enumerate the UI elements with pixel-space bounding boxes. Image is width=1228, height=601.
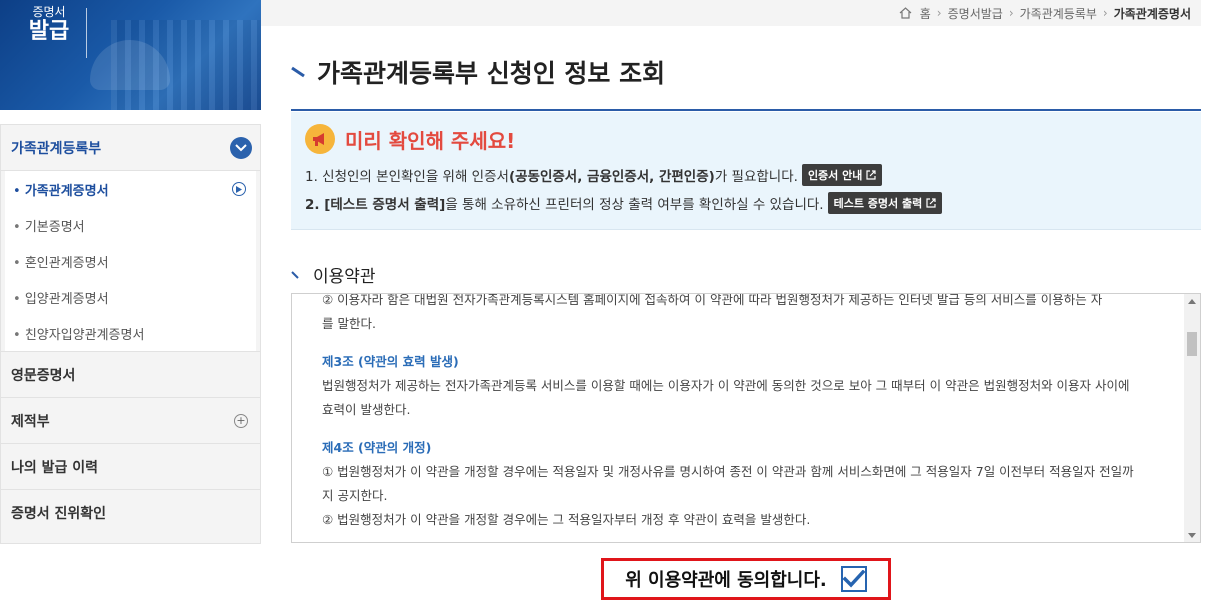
chevron-right-icon: › xyxy=(936,6,942,20)
sidebar-item-removal-register[interactable]: 제적부 + xyxy=(1,397,260,443)
terms-line: 를 말한다. xyxy=(322,316,376,331)
sidebar-item-label: 증명서 진위확인 xyxy=(11,505,107,522)
scroll-up-arrow-icon[interactable] xyxy=(1184,294,1200,308)
notice-line-2: 2. [테스트 증명서 출력] 을 통해 소유하신 프린터의 정상 출력 여부를… xyxy=(305,192,1201,214)
cert-guide-button[interactable]: 인증서 안내 xyxy=(801,164,883,186)
breadcrumb-current: 가족관계증명서 xyxy=(1113,6,1191,21)
title-divider xyxy=(291,109,1201,111)
terms-section-title: 이용약관 xyxy=(291,262,376,287)
sidebar-sub-item-basic[interactable]: 기본증명서 xyxy=(5,207,256,243)
sidebar-item-english-cert[interactable]: 영문증명서 xyxy=(1,351,260,397)
sidebar-item-label: 영문증명서 xyxy=(11,367,76,384)
sidebar-section-label: 가족관계등록부 xyxy=(11,140,102,157)
sidebar-submenu: 가족관계증명서 기본증명서 혼인관계증명서 입양관계증명서 친양자입양관계증명서 xyxy=(5,171,256,351)
sidebar-sub-item-label: 입양관계증명서 xyxy=(13,288,109,307)
notice-line-1: 1. 신청인의 본인확인을 위해 인증서 (공동인증서, 금융인증서, 간편인증… xyxy=(305,164,1201,186)
notice-header: 미리 확인해 주세요! xyxy=(305,124,1201,154)
cert-guide-button-label: 인증서 안내 xyxy=(807,169,863,182)
scroll-down-arrow-icon[interactable] xyxy=(1184,528,1200,542)
sidebar-sub-item-family-relation[interactable]: 가족관계증명서 xyxy=(5,171,256,207)
sidebar-item-label: 나의 발급 이력 xyxy=(11,459,99,476)
terms-scrollbar[interactable] xyxy=(1184,294,1200,542)
megaphone-icon xyxy=(305,124,335,154)
terms-section-title-text: 이용약관 xyxy=(313,267,376,287)
sidebar-item-issue-history[interactable]: 나의 발급 이력 xyxy=(1,443,260,489)
chevron-down-icon[interactable] xyxy=(230,136,252,159)
terms-agree-row[interactable]: 위 이용약관에 동의합니다. xyxy=(601,558,891,600)
sidebar-sub-item-adoption[interactable]: 입양관계증명서 xyxy=(5,279,256,315)
chevron-right-icon: › xyxy=(1008,6,1014,20)
notice-text: 을 통해 소유하신 프린터의 정상 출력 여부를 확인하실 수 있습니다. xyxy=(445,197,824,213)
sidebar-sub-item-label: 친양자입양관계증명서 xyxy=(13,324,145,343)
terms-article-title: 제4조 (약관의 개정) xyxy=(322,440,432,455)
terms-line: 효력이 발생한다. xyxy=(322,402,411,417)
plus-circle-icon[interactable]: + xyxy=(234,413,248,428)
terms-article-title: 제3조 (약관의 효력 발생) xyxy=(322,354,459,369)
page-title: 가족관계등록부 신청인 정보 조회 xyxy=(291,54,665,90)
banner-divider xyxy=(86,8,87,58)
terms-content: ② 이용자라 함은 대법원 전자가족관계등록시스템 홈페이지에 접속하여 이 약… xyxy=(322,293,1182,532)
banner-title: 증명서 발급 xyxy=(14,5,87,58)
terms-agree-label[interactable]: 위 이용약관에 동의합니다. xyxy=(625,566,827,592)
breadcrumb-issue[interactable]: 증명서발급 xyxy=(948,5,1003,22)
checkmark-icon xyxy=(842,570,865,588)
notice-bold-text: 2. [테스트 증명서 출력] xyxy=(305,197,446,213)
terms-line: ② 법원행정처가 이 약관을 개정할 경우에는 그 적용일자부터 개정 후 약관… xyxy=(322,512,811,527)
sidebar-sub-item-marriage[interactable]: 혼인관계증명서 xyxy=(5,243,256,279)
sidebar-nav: 가족관계등록부 가족관계증명서 기본증명서 혼인관계증명서 입양관계증명서 친양… xyxy=(0,124,261,544)
sidebar-sub-item-full-adoption[interactable]: 친양자입양관계증명서 xyxy=(5,315,256,351)
notice-text: 가 필요합니다. xyxy=(714,169,798,185)
play-icon xyxy=(232,182,246,196)
notice-title: 미리 확인해 주세요! xyxy=(345,128,516,153)
external-link-icon xyxy=(866,170,876,180)
section-mark-icon xyxy=(291,270,299,279)
sidebar-sub-item-label: 혼인관계증명서 xyxy=(13,252,109,271)
sidebar-section-family-register[interactable]: 가족관계등록부 xyxy=(1,125,260,171)
title-mark-icon xyxy=(291,66,305,78)
terms-scroll-box[interactable]: ② 이용자라 함은 대법원 전자가족관계등록시스템 홈페이지에 접속하여 이 약… xyxy=(291,293,1201,543)
sidebar-banner: 증명서 발급 xyxy=(0,0,261,110)
notice-box: 미리 확인해 주세요! 1. 신청인의 본인확인을 위해 인증서 (공동인증서,… xyxy=(291,112,1201,230)
sidebar-item-verify-cert[interactable]: 증명서 진위확인 xyxy=(1,489,260,535)
sidebar-sub-item-label: 기본증명서 xyxy=(13,216,85,235)
breadcrumb-home[interactable]: 홈 xyxy=(920,5,931,22)
test-print-button-label: 테스트 증명서 출력 xyxy=(833,197,923,210)
scroll-thumb[interactable] xyxy=(1187,332,1197,356)
terms-line: ① 법원행정처가 이 약관을 개정할 경우에는 적용일자 및 개정사유를 명시하… xyxy=(322,464,1134,479)
test-print-button[interactable]: 테스트 증명서 출력 xyxy=(827,192,943,214)
terms-line: 지 공지한다. xyxy=(322,488,388,503)
sidebar-item-label: 제적부 xyxy=(11,413,50,430)
breadcrumb: 홈 › 증명서발급 › 가족관계등록부 › 가족관계증명서 xyxy=(261,0,1201,26)
home-icon[interactable] xyxy=(899,7,912,19)
terms-agree-checkbox[interactable] xyxy=(840,566,867,592)
sidebar-sub-item-label: 가족관계증명서 xyxy=(13,180,109,199)
chevron-right-icon: › xyxy=(1102,6,1108,20)
banner-title-line2: 발급 xyxy=(28,18,70,45)
breadcrumb-family-register[interactable]: 가족관계등록부 xyxy=(1020,5,1097,22)
terms-line: ② 이용자라 함은 대법원 전자가족관계등록시스템 홈페이지에 접속하여 이 약… xyxy=(322,293,1103,307)
notice-text: 1. 신청인의 본인확인을 위해 인증서 xyxy=(305,169,509,185)
notice-bold-text: (공동인증서, 금융인증서, 간편인증) xyxy=(508,169,715,185)
external-link-icon xyxy=(926,198,936,208)
terms-line: 법원행정처가 제공하는 전자가족관계등록 서비스를 이용할 때에는 이용자가 이… xyxy=(322,378,1130,393)
page-title-text: 가족관계등록부 신청인 정보 조회 xyxy=(317,59,666,88)
